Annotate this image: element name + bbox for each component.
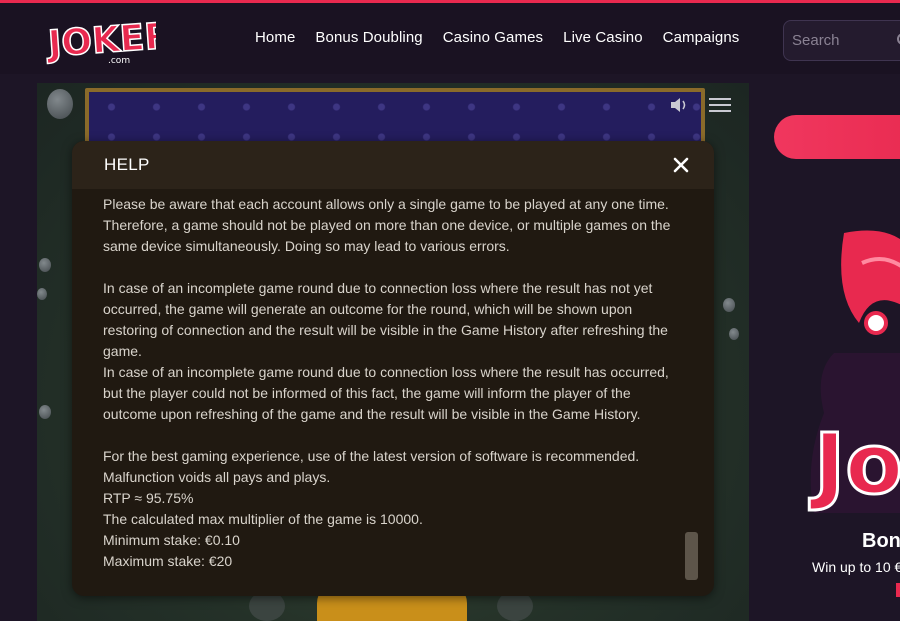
- help-paragraph: Malfunction voids all pays and plays.: [103, 469, 331, 485]
- help-dialog: HELP Please be aware that each account a…: [72, 141, 714, 596]
- hamburger-menu-icon[interactable]: [709, 96, 731, 119]
- help-content: Please be aware that each account allows…: [103, 196, 681, 572]
- rock-decoration: [39, 258, 51, 272]
- help-paragraph: In case of an incomplete game round due …: [103, 280, 668, 359]
- reels-frame: [85, 88, 705, 148]
- help-paragraph: For the best gaming experience, use of t…: [103, 448, 640, 464]
- search-icon[interactable]: [896, 32, 900, 53]
- jokeri-logo[interactable]: JOKERI .com: [43, 11, 188, 71]
- close-icon[interactable]: [672, 156, 690, 179]
- help-paragraph: In case of an incomplete game round due …: [103, 364, 669, 422]
- search-input[interactable]: [792, 32, 892, 49]
- search-box[interactable]: [783, 20, 900, 61]
- promo-link[interactable]: [896, 583, 900, 597]
- help-header: HELP: [72, 141, 714, 189]
- rock-decoration: [729, 328, 739, 340]
- help-scrollbar[interactable]: [685, 532, 698, 580]
- help-paragraph: Please be aware that each account allows…: [103, 196, 671, 254]
- nav-home[interactable]: Home: [255, 29, 295, 46]
- mascot-logo-text: Jok: [809, 415, 900, 513]
- nav-bonus-doubling[interactable]: Bonus Doubling: [315, 29, 422, 46]
- rtp-line: RTP ≈ 95.75%: [103, 490, 194, 506]
- promo-title: Bon: [862, 530, 900, 552]
- joker-mascot-image: Jok: [804, 223, 900, 528]
- help-title: HELP: [104, 155, 150, 174]
- speaker-icon[interactable]: [669, 96, 691, 119]
- site-header: JOKERI .com Home Bonus Doubling Casino G…: [0, 3, 900, 74]
- max-multiplier-line: The calculated max multiplier of the gam…: [103, 511, 423, 527]
- promo-subtitle: Win up to 10 €: [812, 559, 900, 575]
- nav-live-casino[interactable]: Live Casino: [563, 29, 642, 46]
- promo-sidebar: Jok Bon Win up to 10 €: [760, 83, 900, 621]
- nav-campaigns[interactable]: Campaigns: [663, 29, 740, 46]
- minimum-stake-line: Minimum stake: €0.10: [103, 532, 240, 548]
- promo-cta-button[interactable]: [774, 115, 900, 159]
- rock-decoration: [37, 288, 47, 300]
- svg-text:JOKERI: JOKERI: [44, 15, 156, 66]
- rock-decoration: [47, 89, 73, 119]
- rock-decoration: [723, 298, 735, 312]
- svg-text:.com: .com: [108, 56, 130, 66]
- maximum-stake-line: Maximum stake: €20: [103, 553, 233, 569]
- rock-decoration: [39, 405, 51, 419]
- main-nav: Home Bonus Doubling Casino Games Live Ca…: [255, 29, 739, 46]
- nav-casino-games[interactable]: Casino Games: [443, 29, 543, 46]
